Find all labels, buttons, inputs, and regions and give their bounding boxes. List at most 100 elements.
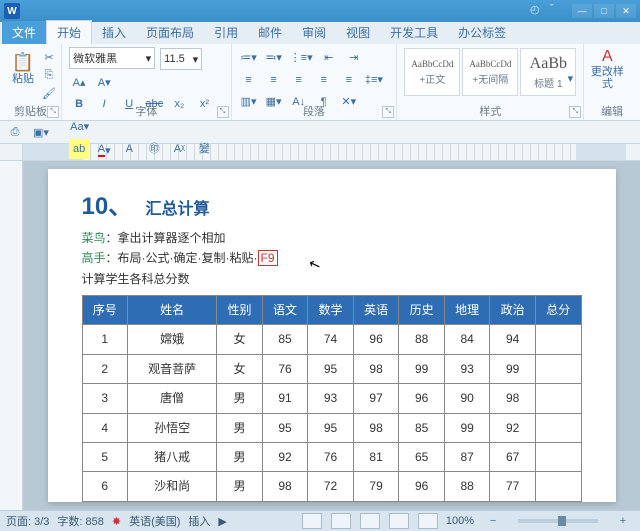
window-titlebar: W ◴ ˇ — □ ✕ — [0, 0, 640, 22]
table-cell: 2 — [82, 354, 128, 383]
enclose-char-button[interactable]: ㊞ — [144, 138, 164, 158]
table-header-row: 序号姓名性别语文数学英语历史地理政治总分 — [82, 295, 581, 324]
font-launcher[interactable]: ⤡ — [217, 106, 229, 118]
change-styles-button[interactable]: A 更改样式 — [590, 46, 624, 92]
table-cell: 74 — [308, 325, 354, 354]
bullets-button[interactable]: ≔▾ — [239, 47, 259, 67]
font-name-combo[interactable]: 微软雅黑▾ — [69, 47, 155, 69]
highlight-button[interactable]: ab — [69, 139, 89, 159]
paste-button[interactable]: 📋 粘贴 — [6, 46, 40, 92]
table-cell: 81 — [353, 442, 399, 471]
status-insert-mode[interactable]: 插入 — [188, 513, 210, 529]
style-card[interactable]: AaBbCcDd+无间隔 — [462, 48, 518, 96]
tab-1[interactable]: 插入 — [92, 21, 136, 44]
font-size-combo[interactable]: 11.5▾ — [160, 48, 202, 70]
view-print-layout[interactable] — [302, 513, 322, 529]
label-expert: 高手 — [82, 251, 106, 265]
nav-dropdown[interactable]: ▣▾ — [31, 122, 51, 142]
page: 10、 汇总计算 菜鸟：拿出计算器逐个相加 高手：布局·公式·确定·复制·粘贴·… — [48, 169, 616, 502]
view-full-screen[interactable] — [331, 513, 351, 529]
copy-button[interactable]: ⎘ — [39, 65, 59, 85]
view-outline[interactable] — [389, 513, 409, 529]
table-row: 6沙和尚男987279968877 — [82, 472, 581, 501]
zoom-slider[interactable] — [518, 519, 598, 523]
document-scroll[interactable]: 10、 汇总计算 菜鸟：拿出计算器逐个相加 高手：布局·公式·确定·复制·粘贴·… — [23, 161, 640, 510]
status-word-count[interactable]: 字数: 858 — [57, 513, 103, 529]
tab-3[interactable]: 引用 — [204, 21, 248, 44]
align-left-button[interactable]: ≡ — [239, 70, 259, 90]
table-cell: 88 — [399, 325, 445, 354]
table-cell: 唐僧 — [128, 384, 217, 413]
indent-inc-button[interactable]: ⇥ — [344, 47, 364, 67]
vertical-ruler[interactable] — [0, 161, 23, 510]
tab-7[interactable]: 开发工具 — [380, 21, 448, 44]
format-painter-button[interactable]: 🖌 — [39, 83, 59, 103]
table-cell: 95 — [308, 413, 354, 442]
font-color-button[interactable]: A▾ — [94, 140, 114, 160]
char-shading-button[interactable]: A — [119, 139, 139, 159]
view-draft[interactable] — [418, 513, 438, 529]
phonetic-button[interactable]: 變 — [194, 138, 214, 158]
align-right-button[interactable]: ≡ — [289, 70, 309, 90]
group-styles: AaBbCcDd+正文AaBbCcDd+无间隔AaBb标题 1 ▾ 样式 ⤡ — [397, 44, 584, 120]
table-cell: 96 — [399, 384, 445, 413]
table-header-cell: 性别 — [217, 295, 263, 324]
table-cell: 94 — [490, 325, 536, 354]
ribbon-collapse-icon[interactable]: ˇ — [550, 3, 566, 19]
table-cell: 85 — [262, 325, 308, 354]
shrink-font-button[interactable]: A▾ — [94, 72, 114, 92]
status-page[interactable]: 页面: 3/3 — [6, 513, 49, 529]
tab-2[interactable]: 页面布局 — [136, 21, 204, 44]
tab-4[interactable]: 邮件 — [248, 21, 292, 44]
align-center-button[interactable]: ≡ — [264, 70, 284, 90]
text: ：布局·公式·确定·复制·粘贴· — [106, 251, 258, 265]
view-web-layout[interactable] — [360, 513, 380, 529]
change-case-button[interactable]: Aa▾ — [69, 116, 90, 136]
zoom-in-button[interactable]: + — [613, 511, 633, 531]
styles-launcher[interactable]: ⤡ — [569, 106, 581, 118]
zoom-out-button[interactable]: − — [483, 511, 503, 531]
table-cell: 4 — [82, 413, 128, 442]
table-cell: 92 — [490, 413, 536, 442]
line-spacing-button[interactable]: ‡≡▾ — [364, 69, 384, 89]
paragraph-launcher[interactable]: ⤡ — [382, 106, 394, 118]
table-cell: 93 — [308, 384, 354, 413]
indent-dec-button[interactable]: ⇤ — [319, 47, 339, 67]
table-cell — [535, 442, 581, 471]
page-break-button[interactable]: ⎙ — [5, 122, 25, 142]
ribbon-tabs: 文件 开始插入页面布局引用邮件审阅视图开发工具办公标签 — [0, 22, 640, 44]
clipboard-launcher[interactable]: ⤡ — [47, 106, 59, 118]
maximize-button[interactable]: □ — [594, 4, 614, 18]
clear-format-button[interactable]: Aᵡ — [169, 139, 189, 159]
tab-8[interactable]: 办公标签 — [448, 21, 516, 44]
macro-record-icon[interactable]: ▶ — [218, 515, 226, 528]
table-cell: 99 — [444, 413, 490, 442]
minimize-button[interactable]: — — [572, 4, 592, 18]
help-icon[interactable]: ◴ — [530, 3, 546, 19]
table-header-cell: 地理 — [444, 295, 490, 324]
numbering-button[interactable]: ≕▾ — [264, 47, 284, 67]
grow-font-button[interactable]: A▴ — [69, 72, 89, 92]
tab-5[interactable]: 审阅 — [292, 21, 336, 44]
tab-0[interactable]: 开始 — [46, 20, 92, 44]
table-row: 2观音菩萨女769598999399 — [82, 354, 581, 383]
table-header-cell: 序号 — [82, 295, 128, 324]
justify-button[interactable]: ≡ — [314, 70, 334, 90]
zoom-level[interactable]: 100% — [446, 515, 474, 527]
table-cell: 嫦娥 — [128, 325, 217, 354]
cut-button[interactable]: ✂ — [39, 47, 59, 67]
styles-more-button[interactable]: ▾ — [560, 63, 580, 93]
style-card[interactable]: AaBbCcDd+正文 — [404, 48, 460, 96]
heading-title: 汇总计算 — [146, 201, 210, 218]
distributed-button[interactable]: ≡ — [339, 70, 359, 90]
proofing-icon[interactable]: ✸ — [112, 515, 121, 528]
table-cell — [535, 325, 581, 354]
status-language[interactable]: 英语(美国) — [129, 513, 180, 529]
table-header-cell: 语文 — [262, 295, 308, 324]
table-cell: 67 — [490, 442, 536, 471]
close-button[interactable]: ✕ — [616, 4, 636, 18]
tab-6[interactable]: 视图 — [336, 21, 380, 44]
group-label: 字体 — [62, 103, 230, 119]
multilevel-button[interactable]: ⋮≡▾ — [289, 47, 314, 67]
tab-file[interactable]: 文件 — [2, 21, 46, 44]
